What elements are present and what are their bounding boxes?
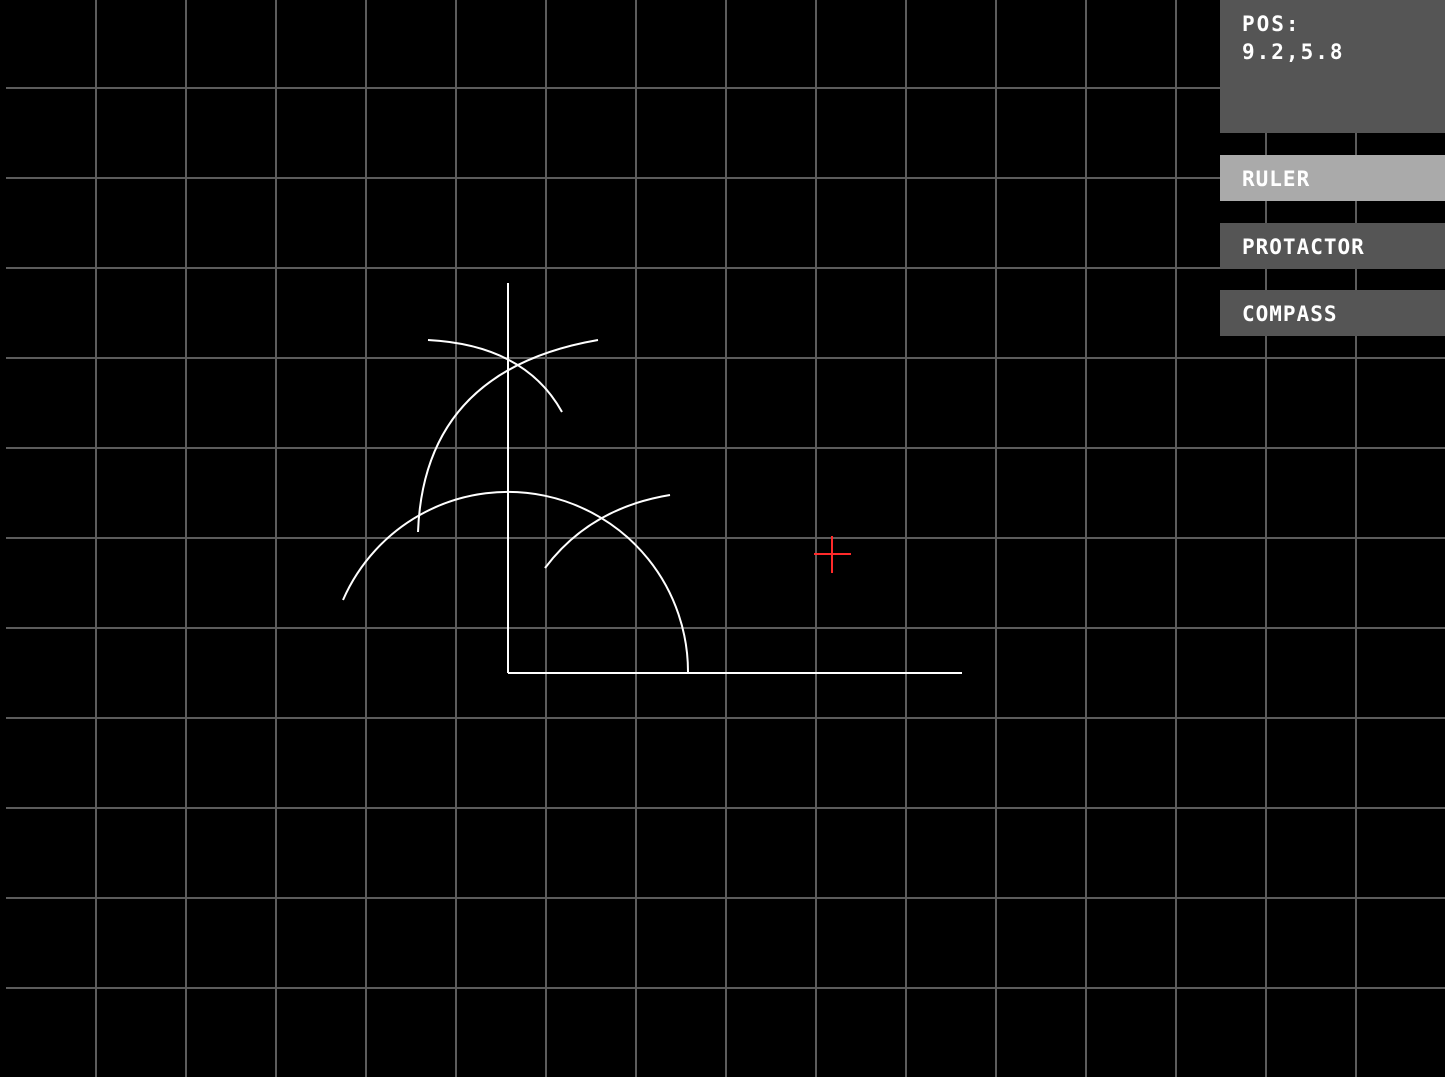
construction-drawing	[342, 283, 962, 674]
ruler-button[interactable]: RULER	[1220, 155, 1445, 201]
geometry-app: POS: 9.2,5.8 RULER PROTACTOR COMPASS	[0, 0, 1445, 1077]
compass-button[interactable]: COMPASS	[1220, 290, 1445, 336]
position-value: 9.2,5.8	[1242, 40, 1345, 64]
position-readout: POS: 9.2,5.8	[1220, 0, 1445, 133]
top-intersect-arc	[427, 339, 563, 413]
protractor-button[interactable]: PROTACTOR	[1220, 223, 1445, 269]
right-compass-arc	[544, 494, 671, 569]
crosshair-icon	[814, 536, 851, 573]
position-label: POS:	[1242, 12, 1301, 36]
